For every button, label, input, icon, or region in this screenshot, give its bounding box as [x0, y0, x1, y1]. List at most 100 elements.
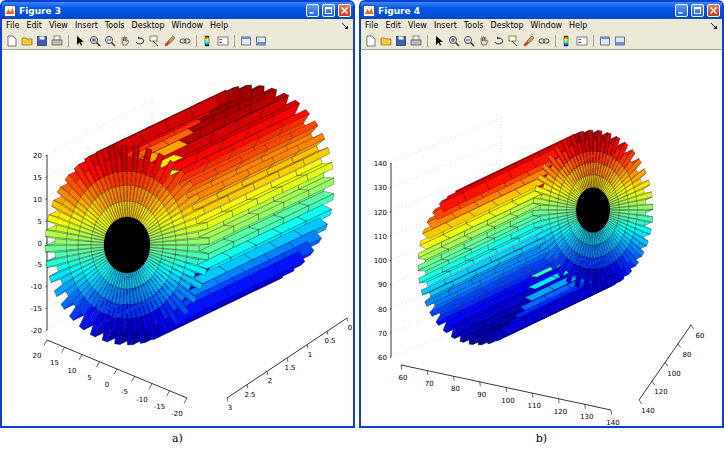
toolbar-button[interactable] — [73, 34, 87, 48]
toolbar-button[interactable] — [254, 34, 268, 48]
plot-area: 20151050-5-10-15-2020151050-5-10-15-2000… — [2, 50, 353, 426]
maximize-icon — [324, 6, 333, 15]
tick-label: 10 — [33, 196, 42, 204]
z-axis: 14013012011010090807060 — [374, 160, 391, 362]
toolbar-button[interactable] — [537, 34, 551, 48]
toolbar-button[interactable] — [50, 34, 64, 48]
matlab-figure-icon — [4, 5, 16, 17]
toolbar-button[interactable] — [462, 34, 476, 48]
close-button[interactable] — [338, 4, 351, 17]
tick-label: 1.5 — [284, 364, 295, 372]
toolbar-button[interactable] — [148, 34, 162, 48]
tick-label: 80 — [378, 306, 387, 314]
toolbar-button[interactable] — [88, 34, 102, 48]
colorbar-icon — [561, 35, 573, 47]
toolbar-button[interactable] — [379, 34, 393, 48]
dock-arrow-icon[interactable] — [710, 22, 718, 30]
open-folder-icon — [380, 35, 392, 47]
toolbar-button[interactable] — [5, 34, 19, 48]
toolbar-button[interactable] — [364, 34, 378, 48]
gear-hole — [104, 217, 150, 273]
x-axis: 60708090100110120130140 — [399, 365, 620, 426]
toolbar-button[interactable] — [507, 34, 521, 48]
toolbar-button[interactable] — [560, 34, 574, 48]
figure-window[interactable]: Figure 4File Edit View Insert Tools Desktop Wi… — [359, 0, 724, 428]
toolbar-button[interactable] — [394, 34, 408, 48]
toolbar-button[interactable] — [178, 34, 192, 48]
minimize-button[interactable] — [675, 4, 688, 17]
toolbar-button[interactable] — [447, 34, 461, 48]
menu-item[interactable]: Desktop — [132, 19, 165, 32]
toolbar-button[interactable] — [201, 34, 215, 48]
menu-item[interactable]: Help — [569, 19, 587, 32]
menu-item[interactable]: Edit — [385, 19, 401, 32]
menu-item[interactable]: Edit — [26, 19, 42, 32]
menu-item[interactable]: Insert — [434, 19, 457, 32]
toolbar-button[interactable] — [409, 34, 423, 48]
tick-label: 110 — [374, 233, 387, 241]
menu-item[interactable]: Help — [210, 19, 228, 32]
toolbar-button[interactable] — [239, 34, 253, 48]
toolbar-button[interactable] — [118, 34, 132, 48]
minimize-button[interactable] — [306, 4, 319, 17]
tick-label: 130 — [580, 413, 593, 421]
legend-icon — [576, 35, 588, 47]
show-tools-icon — [255, 35, 267, 47]
menu-item[interactable]: Window — [531, 19, 563, 32]
toolbar-button[interactable] — [216, 34, 230, 48]
menu-item[interactable]: View — [49, 19, 68, 32]
y-axis: 00.511.522.53 — [227, 318, 352, 412]
print-icon — [410, 35, 422, 47]
tick-label: 20 — [33, 152, 42, 160]
menu-item[interactable]: Insert — [75, 19, 98, 32]
toolbar-separator — [555, 35, 556, 47]
tick-label: 80 — [451, 385, 460, 393]
gear-front-face — [45, 145, 209, 345]
toolbar-button[interactable] — [133, 34, 147, 48]
toolbar-button[interactable] — [432, 34, 446, 48]
gear-surface-plot[interactable]: 1401301201101009080706060708090100110120… — [361, 50, 722, 426]
toolbar-button[interactable] — [35, 34, 49, 48]
hide-tools-icon — [240, 35, 252, 47]
menu-item[interactable]: File — [6, 19, 19, 32]
toolbar-button[interactable] — [598, 34, 612, 48]
menu-item[interactable]: File — [365, 19, 378, 32]
toolbar-button[interactable] — [575, 34, 589, 48]
toolbar-button[interactable] — [163, 34, 177, 48]
open-folder-icon — [21, 35, 33, 47]
tick-label: 0 — [38, 240, 42, 248]
menu-item[interactable]: Tools — [464, 19, 484, 32]
maximize-button[interactable] — [691, 4, 704, 17]
matlab-figure-icon — [363, 5, 375, 17]
figure-window[interactable]: Figure 3File Edit View Insert Tools Desktop Wi… — [0, 0, 355, 428]
close-button[interactable] — [707, 4, 720, 17]
gear-surface-plot[interactable]: 20151050-5-10-15-2020151050-5-10-15-2000… — [2, 50, 353, 426]
window-title: Figure 4 — [378, 6, 672, 16]
menu-item[interactable]: Desktop — [491, 19, 524, 32]
menu-item[interactable]: View — [408, 19, 427, 32]
toolbar-button[interactable] — [522, 34, 536, 48]
close-icon — [340, 6, 349, 15]
print-icon — [51, 35, 63, 47]
rotate-3d-icon — [493, 35, 505, 47]
menu-item[interactable]: Window — [172, 19, 204, 32]
zoom-out-icon — [463, 35, 475, 47]
tick-label: 130 — [374, 184, 387, 192]
toolbar-button[interactable] — [477, 34, 491, 48]
toolbar-button[interactable] — [20, 34, 34, 48]
tick-label: -5 — [35, 261, 42, 269]
title-bar[interactable]: Figure 3 — [2, 2, 353, 19]
brush-icon — [523, 35, 535, 47]
toolbar-button[interactable] — [103, 34, 117, 48]
title-bar[interactable]: Figure 4 — [361, 2, 722, 19]
tick-label: 0.5 — [324, 337, 335, 345]
toolbar-button[interactable] — [613, 34, 627, 48]
z-axis: 20151050-5-10-15-20 — [31, 152, 47, 335]
tick-label: 70 — [378, 330, 387, 338]
menu-item[interactable]: Tools — [105, 19, 125, 32]
dock-arrow-icon[interactable] — [341, 22, 349, 30]
tick-label: 110 — [528, 402, 541, 410]
maximize-button[interactable] — [322, 4, 335, 17]
toolbar-button[interactable] — [492, 34, 506, 48]
minimize-icon — [677, 6, 686, 15]
